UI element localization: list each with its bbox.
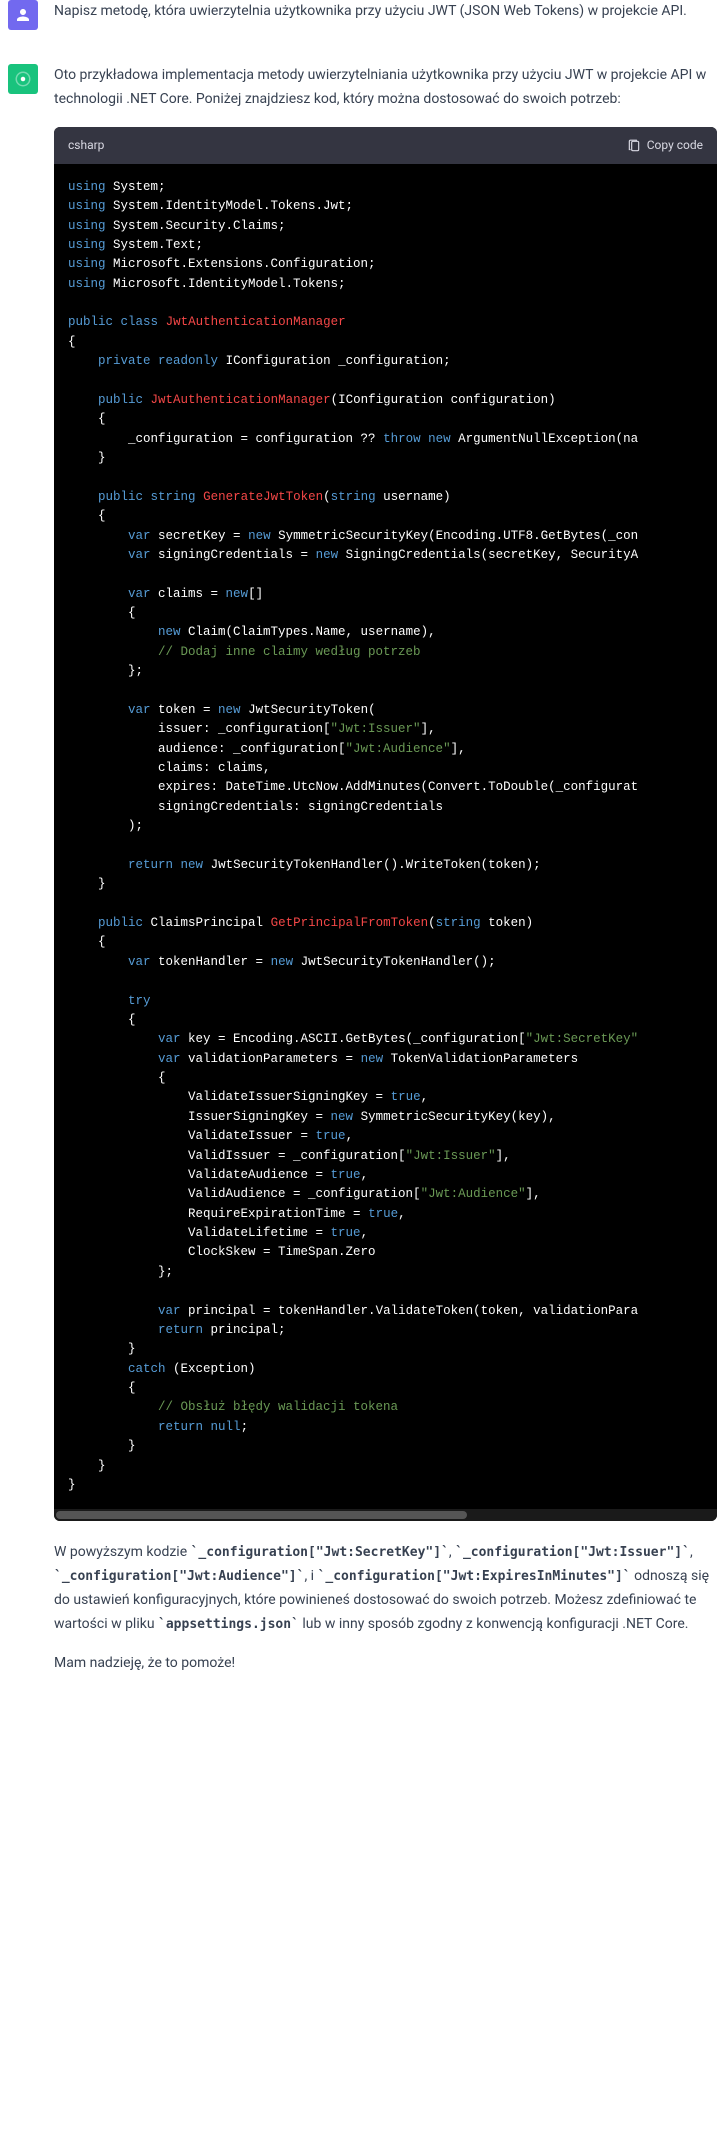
code-block: csharp Copy code using System; using Sys… xyxy=(54,127,717,1521)
code-lang: csharp xyxy=(68,135,104,155)
cfg-issuer: `_configuration["Jwt:Issuer"]` xyxy=(455,1545,690,1560)
assistant-content: Oto przykładowa implementacja metody uwi… xyxy=(54,64,717,1692)
copy-code-button[interactable]: Copy code xyxy=(627,135,703,155)
closing: Mam nadzieję, że to pomoże! xyxy=(54,1652,717,1676)
user-text: Napisz metodę, która uwierzytelnia użytk… xyxy=(54,0,717,40)
cfg-expires: `_configuration["Jwt:ExpiresInMinutes"]` xyxy=(318,1569,631,1584)
cfg-appsettings: `appsettings.json` xyxy=(158,1617,299,1632)
assistant-icon xyxy=(14,70,32,88)
horizontal-scrollbar[interactable] xyxy=(54,1509,717,1521)
clipboard-icon xyxy=(627,139,641,153)
assistant-avatar xyxy=(8,64,38,94)
user-icon xyxy=(14,6,32,24)
assistant-outro: W powyższym kodzie `_configuration["Jwt:… xyxy=(54,1541,717,1636)
code-content[interactable]: using System; using System.IdentityModel… xyxy=(54,164,717,1510)
cfg-secretkey: `_configuration["Jwt:SecretKey"]` xyxy=(191,1545,449,1560)
cfg-audience: `_configuration["Jwt:Audience"]` xyxy=(54,1569,304,1584)
assistant-intro: Oto przykładowa implementacja metody uwi… xyxy=(54,64,717,112)
code-header: csharp Copy code xyxy=(54,127,717,163)
assistant-message: Oto przykładowa implementacja metody uwi… xyxy=(0,64,725,1716)
user-prompt: Napisz metodę, która uwierzytelnia użytk… xyxy=(54,0,717,24)
user-avatar xyxy=(8,0,38,30)
user-message: Napisz metodę, która uwierzytelnia użytk… xyxy=(0,0,725,64)
copy-label: Copy code xyxy=(647,135,703,155)
